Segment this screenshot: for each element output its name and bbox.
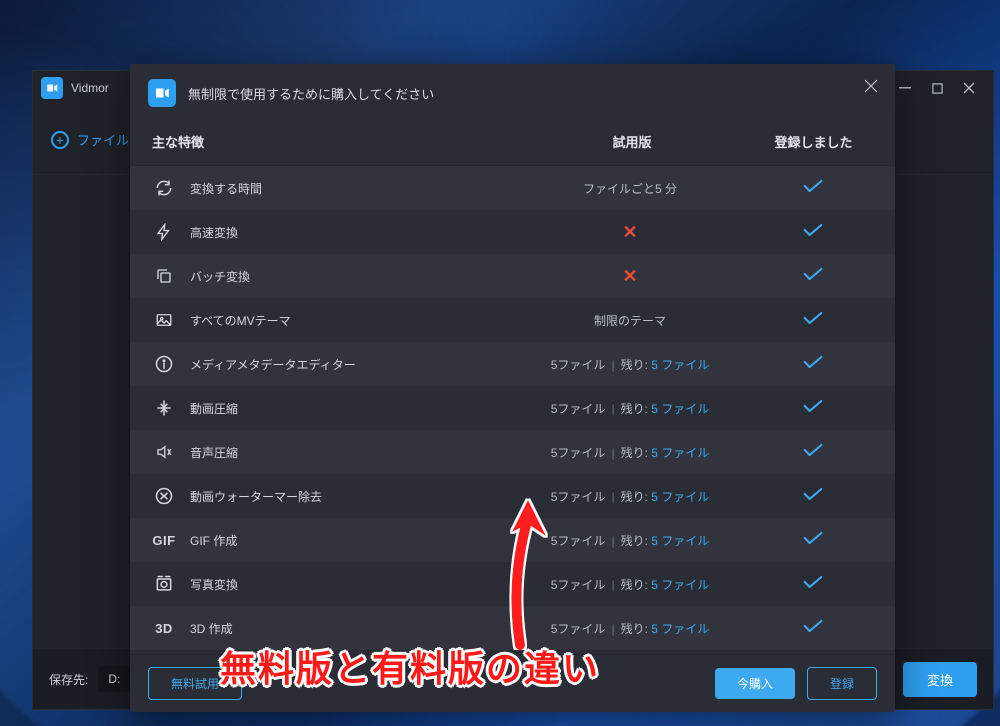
- trial-value: 5ファイル|残り: 5 ファイル: [530, 356, 730, 373]
- photo-icon: [152, 572, 176, 596]
- feature-label: 高速変換: [190, 224, 530, 241]
- register-button[interactable]: 登録: [807, 667, 877, 700]
- trial-value: 5ファイル|残り: 5 ファイル: [530, 532, 730, 549]
- registered-value: [730, 223, 895, 242]
- check-icon: [803, 223, 823, 242]
- dialog-footer: 無料試用 今購入 登録: [130, 654, 895, 712]
- check-icon: [803, 355, 823, 374]
- x-icon: ✕: [622, 222, 637, 242]
- feature-list[interactable]: 変換する時間ファイルごと5 分高速変換 ✕ バッチ変換 ✕ すべてのMVテーマ制限のテー…: [130, 166, 895, 654]
- feature-label: 写真変換: [190, 576, 530, 593]
- feature-row: 動画ウォーターマー除去5ファイル|残り: 5 ファイル: [130, 474, 895, 518]
- compress-a-icon: [152, 440, 176, 464]
- convert-button[interactable]: 変換: [903, 662, 977, 697]
- check-icon: [803, 575, 823, 594]
- check-icon: [803, 531, 823, 550]
- feature-row: 動画圧縮5ファイル|残り: 5 ファイル: [130, 386, 895, 430]
- feature-row: 写真変換5ファイル|残り: 5 ファイル: [130, 562, 895, 606]
- registered-value: [730, 355, 895, 374]
- trial-value: ✕: [530, 266, 730, 287]
- free-trial-button[interactable]: 無料試用: [148, 667, 242, 700]
- check-icon: [803, 267, 823, 286]
- column-registered: 登録しました: [732, 132, 895, 151]
- dialog-close-button[interactable]: [857, 72, 885, 100]
- registered-value: [730, 443, 895, 462]
- window-maximize-icon[interactable]: [921, 74, 953, 102]
- trial-value: 制限のテーマ: [530, 312, 730, 329]
- feature-row: バッチ変換 ✕: [130, 254, 895, 298]
- feature-label: 変換する時間: [190, 180, 530, 197]
- trial-value: 5ファイル|残り: 5 ファイル: [530, 444, 730, 461]
- column-trial: 試用版: [532, 132, 732, 151]
- registered-value: [730, 267, 895, 286]
- feature-label: すべてのMVテーマ: [190, 312, 530, 329]
- feature-label: GIF 作成: [190, 532, 530, 549]
- purchase-now-button[interactable]: 今購入: [715, 668, 795, 699]
- trial-value: ファイルごと5 分: [530, 180, 730, 197]
- gif-icon: GIF: [152, 528, 176, 552]
- feature-label: 3D 作成: [190, 620, 530, 637]
- registered-value: [730, 487, 895, 506]
- save-to-label: 保存先:: [49, 671, 88, 688]
- feature-row: GIF GIF 作成5ファイル|残り: 5 ファイル: [130, 518, 895, 562]
- registered-value: [730, 179, 895, 198]
- check-icon: [803, 179, 823, 198]
- check-icon: [803, 619, 823, 638]
- image-icon: [152, 308, 176, 332]
- registered-value: [730, 619, 895, 638]
- refresh-icon: [152, 176, 176, 200]
- feature-row: 高速変換 ✕: [130, 210, 895, 254]
- registered-value: [730, 399, 895, 418]
- feature-label: 動画ウォーターマー除去: [190, 488, 530, 505]
- dialog-header: 無制限で使用するために購入してください: [130, 64, 895, 122]
- 3d-icon: 3D: [152, 616, 176, 640]
- x-icon: ✕: [622, 266, 637, 286]
- feature-row: 音声圧縮5ファイル|残り: 5 ファイル: [130, 430, 895, 474]
- info-icon: [152, 352, 176, 376]
- purchase-dialog: 無制限で使用するために購入してください 主な特徴 試用版 登録しました 変換する…: [130, 64, 895, 712]
- feature-row: 変換する時間ファイルごと5 分: [130, 166, 895, 210]
- trial-value: ✕: [530, 222, 730, 243]
- window-close-icon[interactable]: [953, 74, 985, 102]
- check-icon: [803, 311, 823, 330]
- trial-value: 5ファイル|残り: 5 ファイル: [530, 620, 730, 637]
- trial-value: 5ファイル|残り: 5 ファイル: [530, 400, 730, 417]
- column-feature: 主な特徴: [152, 132, 532, 151]
- plus-circle-icon: +: [51, 131, 69, 149]
- save-path-field[interactable]: D:: [98, 666, 130, 692]
- nowm-icon: [152, 484, 176, 508]
- registered-value: [730, 531, 895, 550]
- feature-table-header: 主な特徴 試用版 登録しました: [130, 122, 895, 166]
- registered-value: [730, 311, 895, 330]
- dialog-title: 無制限で使用するために購入してください: [188, 84, 434, 103]
- compress-v-icon: [152, 396, 176, 420]
- trial-value: 5ファイル|残り: 5 ファイル: [530, 576, 730, 593]
- feature-label: バッチ変換: [190, 268, 530, 285]
- bolt-icon: [152, 220, 176, 244]
- copy-icon: [152, 264, 176, 288]
- feature-label: 音声圧縮: [190, 444, 530, 461]
- app-logo-icon: [41, 77, 63, 99]
- check-icon: [803, 443, 823, 462]
- feature-label: メディアメタデータエディター: [190, 356, 530, 373]
- check-icon: [803, 399, 823, 418]
- feature-row: メディアメタデータエディター5ファイル|残り: 5 ファイル: [130, 342, 895, 386]
- feature-row: 3D 3D 作成5ファイル|残り: 5 ファイル: [130, 606, 895, 650]
- dialog-logo-icon: [148, 79, 176, 107]
- add-file-button[interactable]: + ファイルを: [51, 130, 142, 149]
- check-icon: [803, 487, 823, 506]
- registered-value: [730, 575, 895, 594]
- feature-label: 動画圧縮: [190, 400, 530, 417]
- feature-row: すべてのMVテーマ制限のテーマ: [130, 298, 895, 342]
- trial-value: 5ファイル|残り: 5 ファイル: [530, 488, 730, 505]
